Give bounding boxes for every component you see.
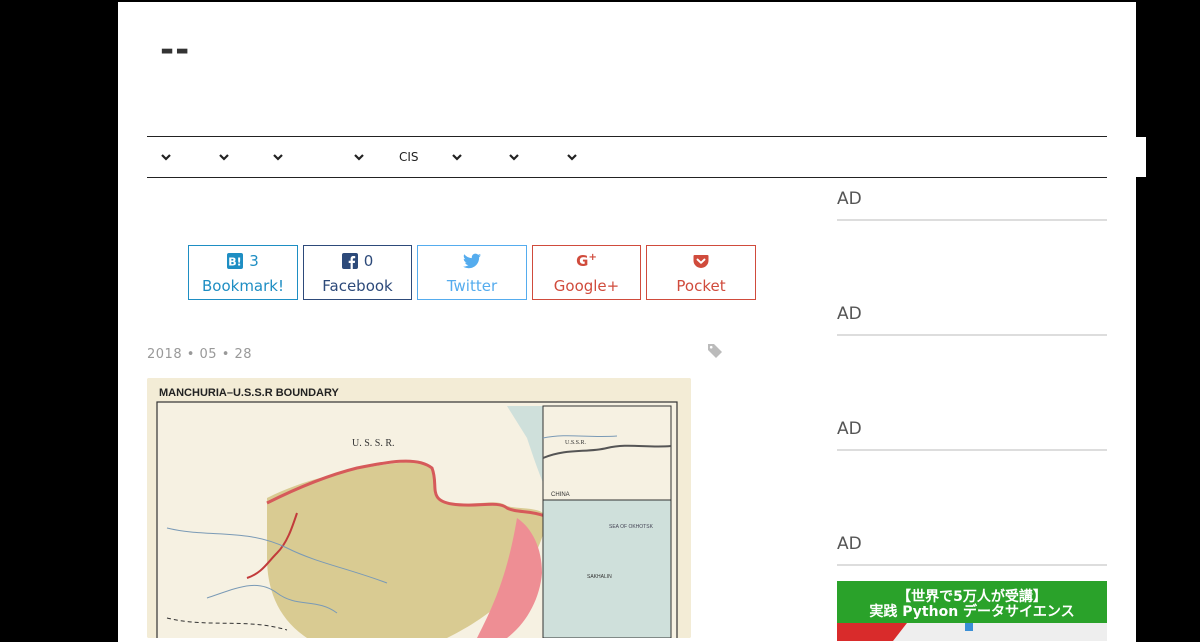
sidebar-ad-divider: [837, 449, 1107, 451]
nav-item-3[interactable]: [271, 137, 285, 177]
twitter-share-button[interactable]: Twitter: [417, 245, 527, 300]
pocket-icon: [693, 254, 709, 268]
googleplus-icon: G+: [576, 251, 597, 270]
tag-icon[interactable]: [707, 343, 723, 359]
map-label-ussr: U. S. S. R.: [352, 438, 395, 449]
facebook-count: 0: [363, 251, 374, 270]
sidebar-ad-divider: [837, 564, 1107, 566]
sidebar-ad-divider: [837, 219, 1107, 221]
chevron-down-icon: [567, 154, 577, 161]
page-container: -- CIS B! 3 Bookmark! 0 Facebook Twitter…: [118, 2, 1146, 642]
sidebar-ad-label: AD: [837, 304, 862, 324]
map-illustration: MANCHURIA–U.S.S.R BOUNDARY U. S. S. R. U…: [147, 378, 691, 638]
sidebar-ad-divider: [837, 334, 1107, 336]
nav-item-1[interactable]: [159, 137, 173, 177]
map-label-sakhalin: SAKHALIN: [587, 574, 612, 580]
promo-banner[interactable]: 【世界で5万人が受講】 実践 Python データサイエンス: [837, 581, 1107, 641]
googleplus-share-button[interactable]: G+ Google+: [532, 245, 641, 300]
nav-item-8[interactable]: [565, 137, 579, 177]
chevron-down-icon: [452, 154, 462, 161]
nav-item-4[interactable]: [352, 137, 366, 177]
map-title: MANCHURIA–U.S.S.R BOUNDARY: [159, 387, 340, 399]
hatena-bookmark-button[interactable]: B! 3 Bookmark!: [188, 245, 298, 300]
global-nav: CIS: [147, 136, 1107, 178]
nav-item-6[interactable]: [450, 137, 464, 177]
post-date: 2018 • 05 • 28: [147, 347, 253, 362]
hatena-label: Bookmark!: [201, 276, 284, 295]
hatena-count: 3: [249, 251, 259, 270]
nav-item-label: CIS: [399, 150, 419, 164]
promo-image-strip: [837, 623, 1107, 641]
map-inset-label-china: CHINA: [551, 492, 570, 498]
article-map-image[interactable]: MANCHURIA–U.S.S.R BOUNDARY U. S. S. R. U…: [147, 378, 691, 638]
facebook-label: Facebook: [322, 276, 393, 295]
facebook-share-button[interactable]: 0 Facebook: [303, 245, 412, 300]
nav-edge: [1135, 137, 1146, 177]
chevron-down-icon: [509, 154, 519, 161]
nav-item-2[interactable]: [217, 137, 231, 177]
sidebar-ad-label: AD: [837, 419, 862, 439]
hatena-icon: B!: [227, 252, 244, 269]
nav-item-7[interactable]: [507, 137, 521, 177]
map-inset-label-ussr: U.S.S.R.: [565, 440, 587, 446]
chevron-down-icon: [161, 154, 171, 161]
chevron-down-icon: [219, 154, 229, 161]
promo-line-2: 実践 Python データサイエンス: [869, 604, 1075, 620]
twitter-icon: [463, 253, 481, 268]
svg-text:B!: B!: [229, 255, 242, 268]
chevron-down-icon: [354, 154, 364, 161]
twitter-label: Twitter: [446, 276, 498, 295]
map-label-sea: SEA OF OKHOTSK: [609, 524, 654, 530]
site-logo[interactable]: --: [160, 30, 190, 70]
pocket-label: Pocket: [676, 276, 726, 295]
googleplus-label: Google+: [553, 276, 620, 295]
pocket-share-button[interactable]: Pocket: [646, 245, 756, 300]
facebook-icon: [341, 252, 358, 269]
nav-item-cis[interactable]: CIS: [399, 137, 419, 177]
chevron-down-icon: [273, 154, 283, 161]
sidebar-ad-label: AD: [837, 534, 862, 554]
sidebar-ad-label: AD: [837, 189, 862, 209]
